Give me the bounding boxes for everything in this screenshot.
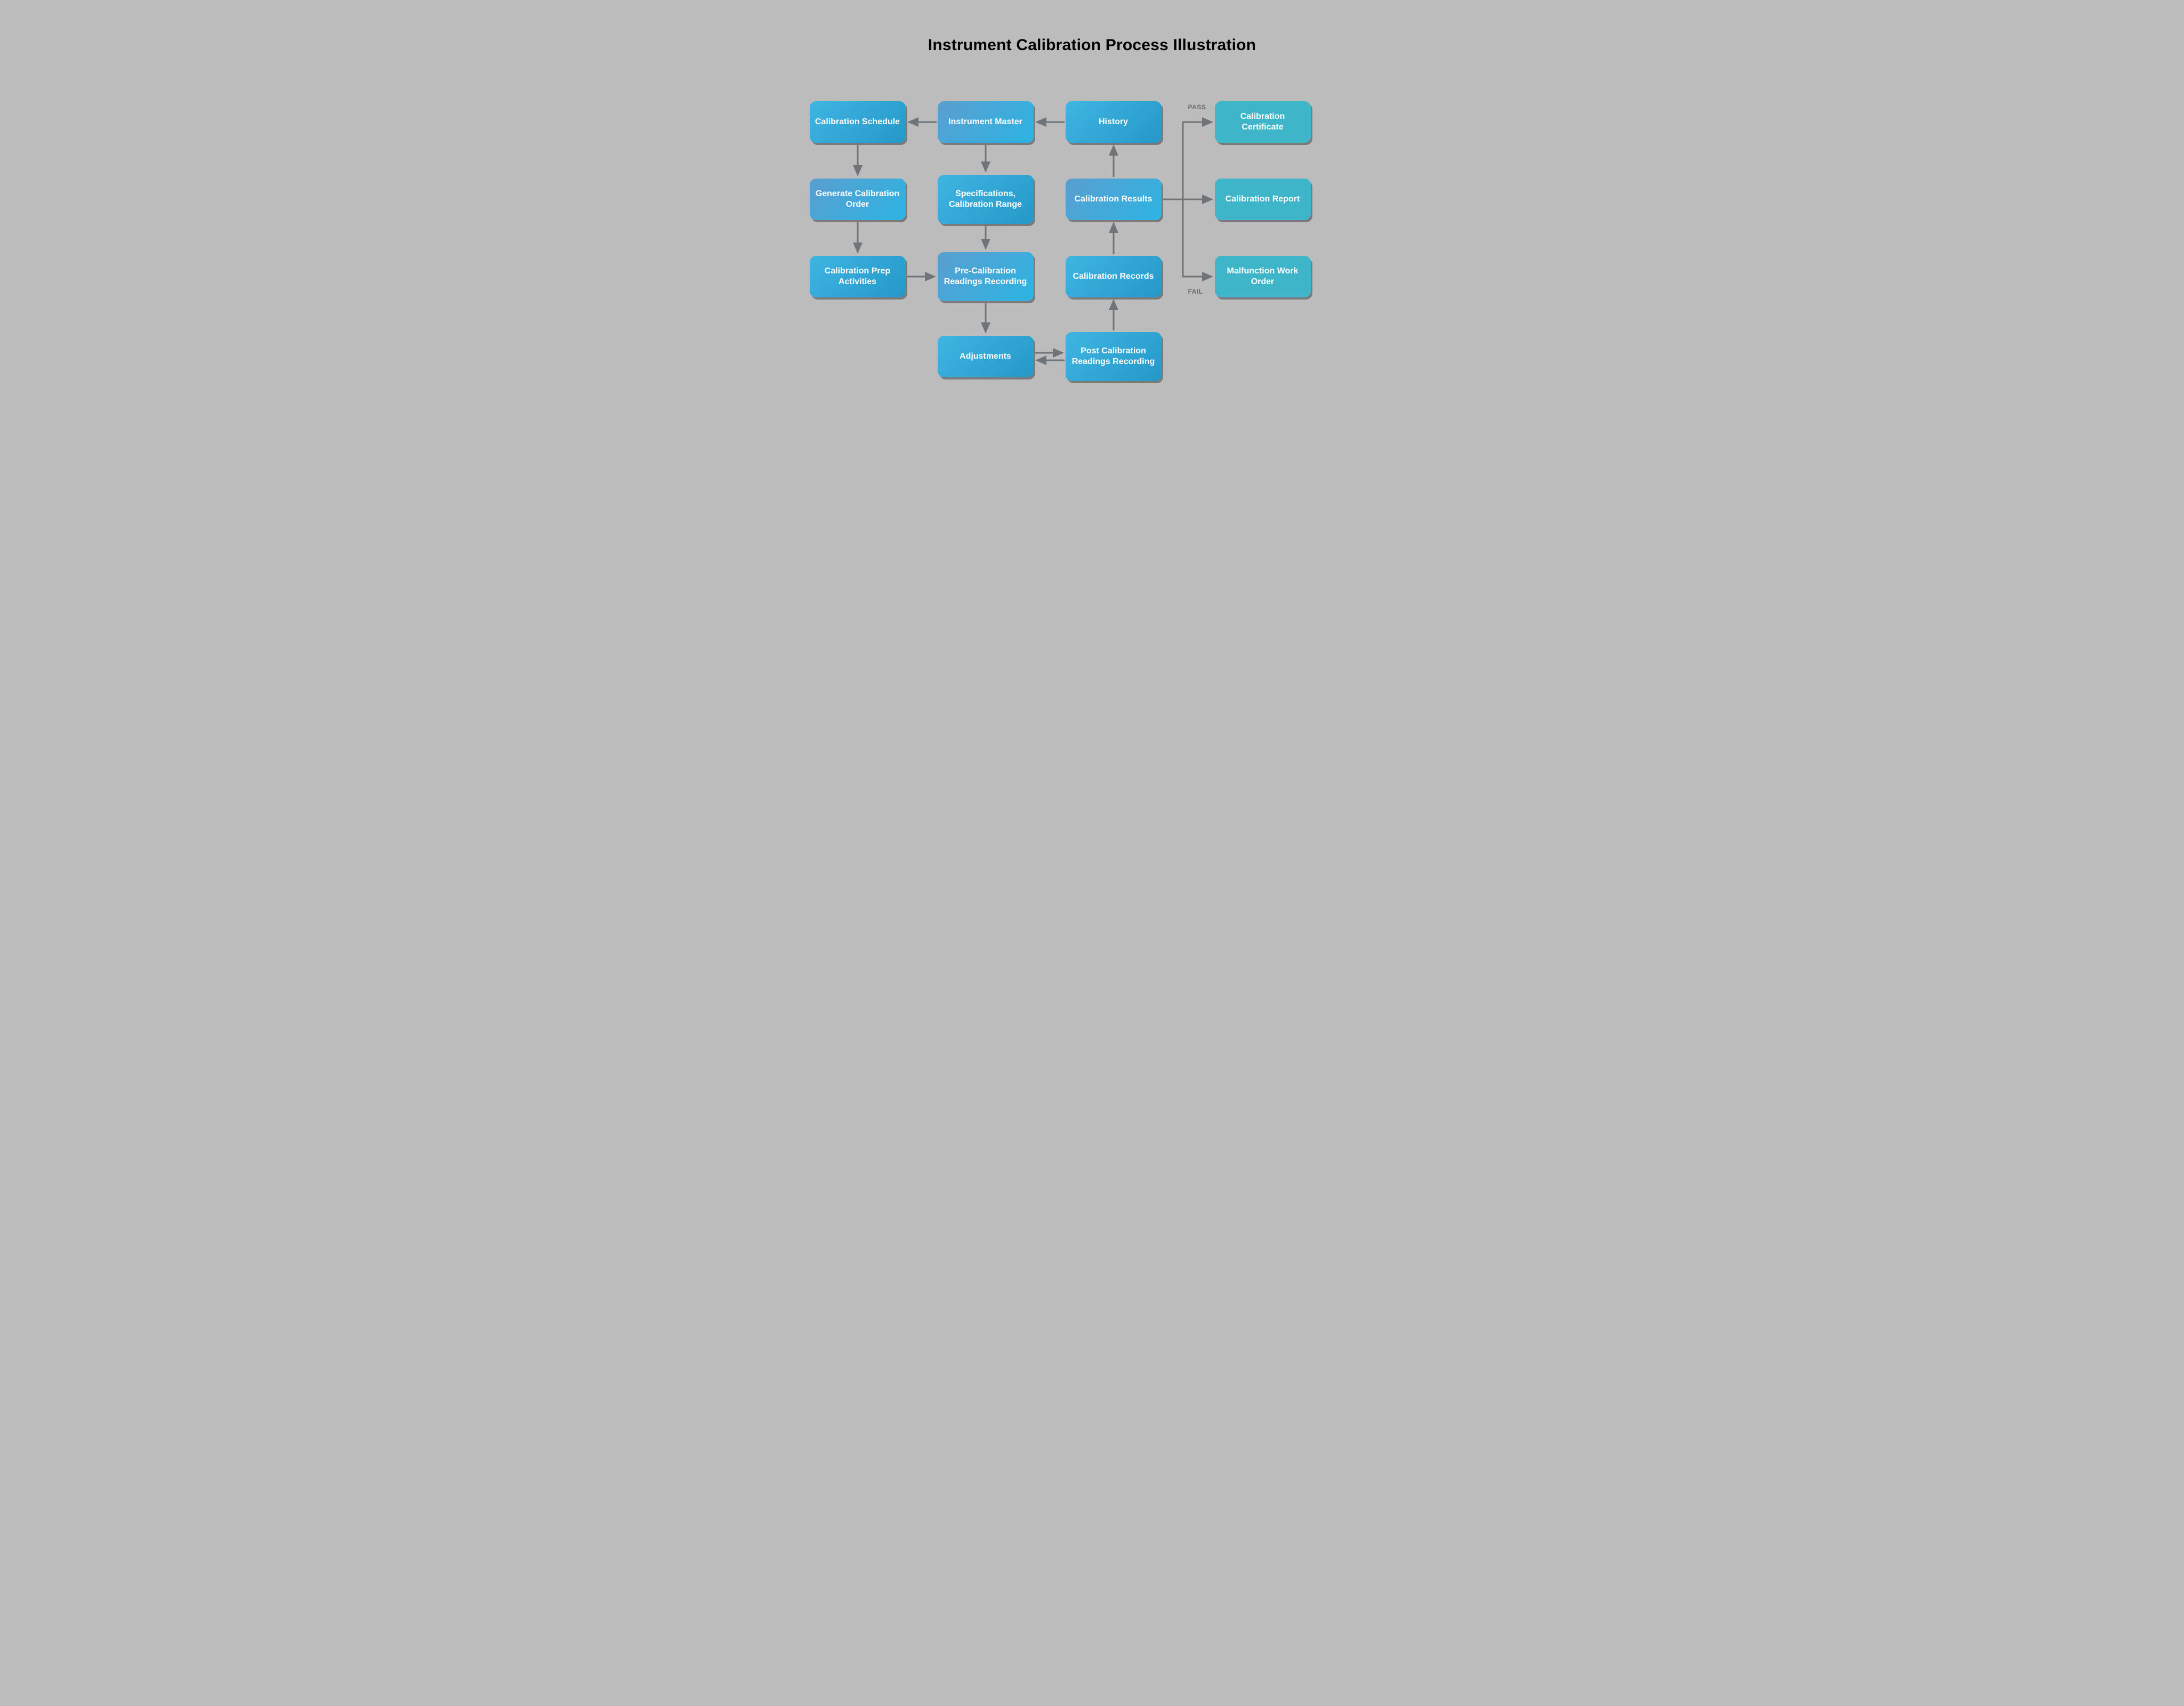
node-calibration-prep-activities: Calibration Prep Activities (810, 256, 906, 297)
node-generate-calibration-order: Generate Calibration Order (810, 179, 906, 220)
node-pre-calibration-readings-recording: Pre-Calibration Readings Recording (938, 252, 1034, 301)
node-calibration-records: Calibration Records (1066, 256, 1162, 297)
arrow-results-fail-to-malfunction (1171, 199, 1212, 277)
node-calibration-certificate: Calibration Certificate (1215, 101, 1311, 143)
node-calibration-report: Calibration Report (1215, 179, 1311, 220)
node-history: History (1066, 101, 1162, 143)
node-malfunction-work-order: Malfunction Work Order (1215, 256, 1311, 297)
node-instrument-master: Instrument Master (938, 101, 1034, 143)
edge-label-pass: PASS (1188, 103, 1206, 111)
node-specifications-calibration-range: Specifications, Calibration Range (938, 175, 1034, 224)
arrow-results-pass-to-certificate (1171, 122, 1212, 199)
diagram-canvas: Instrument Calibration Process Illustrat… (751, 0, 1433, 533)
node-adjustments: Adjustments (938, 336, 1034, 377)
node-calibration-results: Calibration Results (1066, 179, 1162, 220)
node-calibration-schedule: Calibration Schedule (810, 101, 906, 143)
diagram-title: Instrument Calibration Process Illustrat… (751, 36, 1433, 54)
edge-label-fail: FAIL (1188, 288, 1203, 295)
node-post-calibration-readings-recording: Post Calibration Readings Recording (1066, 332, 1162, 381)
